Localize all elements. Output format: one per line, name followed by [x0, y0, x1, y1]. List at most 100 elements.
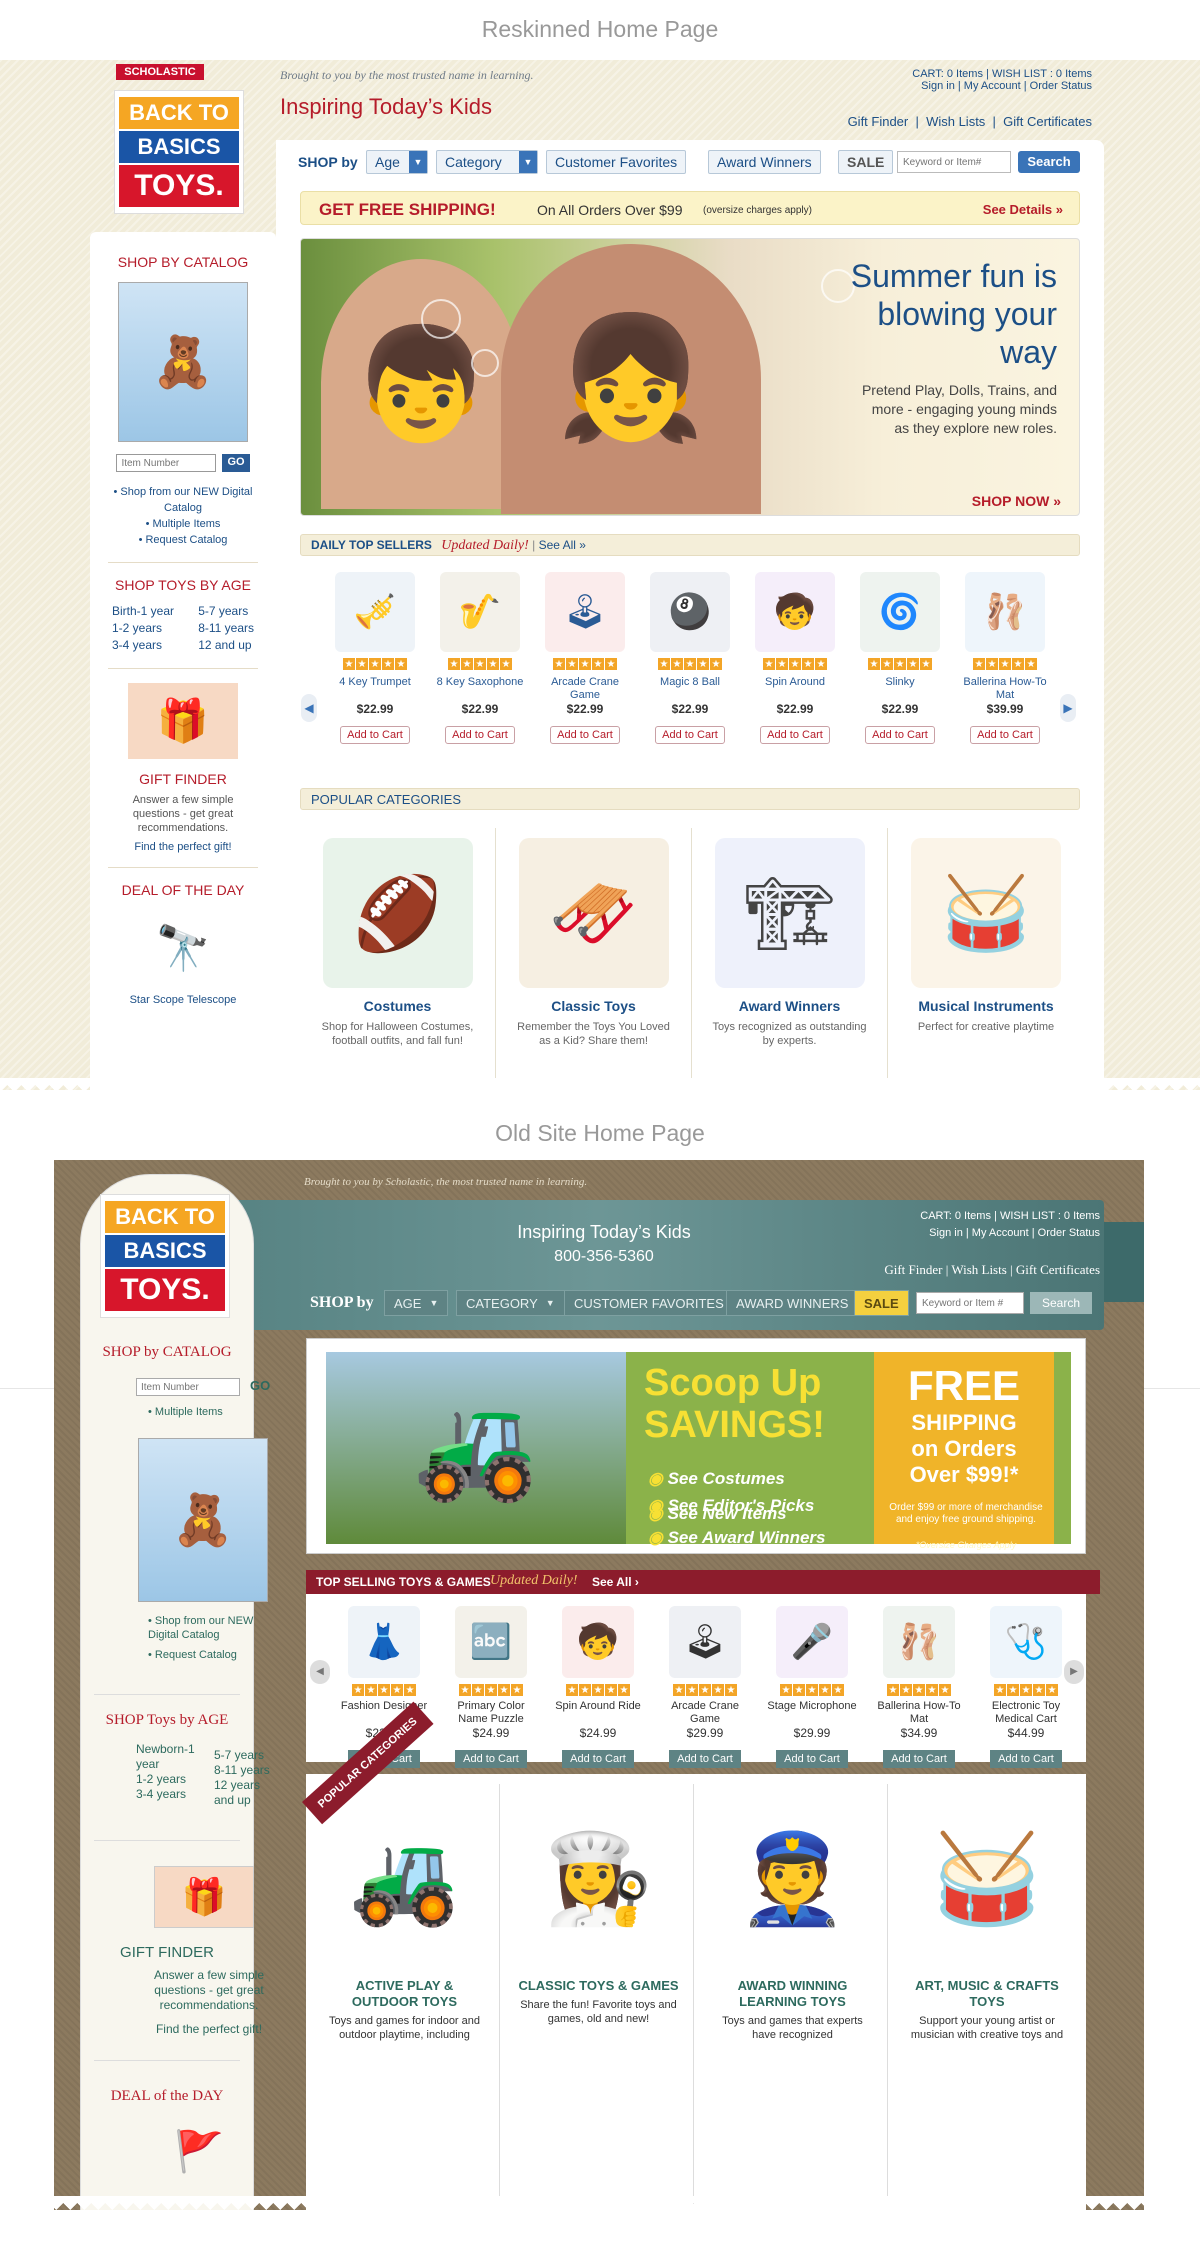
category-image[interactable]: 🏈 [322, 838, 473, 988]
product-image[interactable]: 🎷 [440, 572, 520, 652]
product-name[interactable]: 4 Key Trumpet [330, 676, 420, 702]
product-image[interactable]: 🩰 [965, 572, 1045, 652]
old-category-tile[interactable]: 👮 AWARD WINNING LEARNING TOYS Toys and gam… [698, 1784, 888, 2204]
add-to-cart-button[interactable]: Add to Cart [445, 726, 515, 744]
old-product-image[interactable]: 🩺 [990, 1606, 1062, 1678]
old-item-number-input[interactable] [136, 1378, 240, 1396]
old-customer-favorites-button[interactable]: CUSTOMER FAVORITES [564, 1290, 734, 1316]
category-title[interactable]: Classic Toys [496, 998, 691, 1014]
old-signin-link[interactable]: Sign in [929, 1227, 963, 1239]
sale-button[interactable]: SALE [838, 150, 894, 174]
category-tile[interactable]: 🛷 Classic Toys Remember the Toys You Loved… [496, 828, 692, 1083]
product-name[interactable]: Ballerina How-To Mat [960, 676, 1050, 702]
signin-link[interactable]: Sign in [921, 80, 955, 92]
catalog-cover-image[interactable]: 🧸 [118, 282, 248, 442]
old-category-tile[interactable]: 🚜 ACTIVE PLAY & OUTDOOR TOYS Toys and game… [310, 1784, 500, 2204]
old-product-image[interactable]: 🎤 [776, 1606, 848, 1678]
deal-item-link[interactable]: Star Scope Telescope [90, 994, 276, 1006]
old-product-name[interactable]: Ballerina How-To Mat [871, 1700, 967, 1726]
age-link[interactable]: 12 and up [198, 637, 254, 654]
old-age-link[interactable]: 1-2 years [136, 1772, 196, 1787]
old-category-dropdown[interactable]: CATEGORY ▼ [456, 1290, 565, 1316]
category-tile[interactable]: 🥁 Musical Instruments Perfect for creative… [888, 828, 1084, 1083]
old-product-image[interactable]: 🩰 [883, 1606, 955, 1678]
add-to-cart-button[interactable]: Add to Cart [865, 726, 935, 744]
old-add-to-cart-button[interactable]: Add to Cart [883, 1750, 955, 1768]
old-category-image[interactable]: 👮 [718, 1794, 868, 1964]
shop-now-link[interactable]: SHOP NOW » [972, 493, 1061, 509]
old-category-tile[interactable]: 👩‍🍳 CLASSIC TOYS & GAMES Share the fun! Fa… [504, 1784, 694, 2204]
product-image[interactable]: 🧒 [755, 572, 835, 652]
old-add-to-cart-button[interactable]: Add to Cart [455, 1750, 527, 1768]
product-card[interactable]: 🩰 ★ ★ ★ ★ ★ Ballerina How-To Mat $39.99 Add to C… [960, 572, 1050, 744]
banner-link[interactable]: ◉ See New Items [648, 1504, 787, 1524]
gift-finder-link[interactable]: Gift Finder [848, 114, 909, 129]
product-image[interactable]: 🌀 [860, 572, 940, 652]
old-age-dropdown[interactable]: AGE ▼ [384, 1290, 449, 1316]
cart-link[interactable]: CART: 0 Items [912, 68, 983, 80]
see-all-link[interactable]: See All » [539, 538, 586, 552]
category-title[interactable]: Musical Instruments [888, 998, 1084, 1014]
old-see-all-link[interactable]: See All › [592, 1575, 639, 1589]
age-link[interactable]: 8-11 years [198, 620, 254, 637]
add-to-cart-button[interactable]: Add to Cart [340, 726, 410, 744]
award-winners-button[interactable]: Award Winners [708, 150, 821, 174]
old-catalog-cover-image[interactable]: 🧸 [138, 1438, 268, 1602]
request-catalog-link[interactable]: • Request Catalog [104, 532, 262, 548]
old-gift-finder-image[interactable]: 🎁 [154, 1866, 254, 1928]
product-card[interactable]: 🎷 ★ ★ ★ ★ ★ 8 Key Saxophone $22.99 Add to Cart [435, 572, 525, 744]
old-product-image[interactable]: 🔤 [455, 1606, 527, 1678]
old-add-to-cart-button[interactable]: Add to Cart [562, 1750, 634, 1768]
old-account-link[interactable]: My Account [972, 1227, 1029, 1239]
old-product-name[interactable]: Spin Around Ride [550, 1700, 646, 1726]
add-to-cart-button[interactable]: Add to Cart [970, 726, 1040, 744]
product-card[interactable]: 🌀 ★ ★ ★ ★ ★ Slinky $22.99 Add to Cart [855, 572, 945, 744]
old-age-link[interactable]: 12 years and up [214, 1778, 274, 1808]
product-card[interactable]: 🕹 ★ ★ ★ ★ ★ Arcade Crane Game $22.99 Add to Cart [540, 572, 630, 744]
old-wish-lists-link[interactable]: Wish Lists [951, 1262, 1006, 1277]
old-age-link[interactable]: 5-7 years [214, 1748, 274, 1763]
scholastic-logo[interactable]: SCHOLASTIC [116, 64, 204, 80]
product-name[interactable]: Arcade Crane Game [540, 676, 630, 702]
old-gift-certificates-link[interactable]: Gift Certificates [1016, 1262, 1100, 1277]
old-go-button[interactable]: GO [250, 1378, 270, 1393]
gift-finder-image[interactable]: 🎁 [128, 683, 238, 759]
carousel-prev-arrow[interactable]: ◀ [301, 694, 317, 722]
age-link[interactable]: 3-4 years [112, 637, 174, 654]
old-deal-image[interactable]: 🚩 [144, 2116, 254, 2186]
category-dropdown[interactable]: Category ▼ [436, 150, 538, 174]
customer-favorites-button[interactable]: Customer Favorites [546, 150, 687, 174]
old-add-to-cart-button[interactable]: Add to Cart [990, 1750, 1062, 1768]
old-carousel-prev-arrow[interactable]: ◀ [310, 1660, 330, 1684]
order-status-link[interactable]: Order Status [1030, 80, 1092, 92]
old-digital-catalog-link[interactable]: • Shop from our NEW Digital Catalog [148, 1614, 268, 1642]
age-link[interactable]: 1-2 years [112, 620, 174, 637]
product-image[interactable]: 🎺 [335, 572, 415, 652]
product-name[interactable]: Spin Around [750, 676, 840, 702]
old-product-name[interactable]: Electronic Toy Medical Cart [978, 1700, 1074, 1726]
old-product-card[interactable]: 🩰 ★ ★ ★ ★ ★ Ballerina How-To Mat $34.99 Add to C… [871, 1606, 967, 1768]
wish-lists-link[interactable]: Wish Lists [926, 114, 985, 129]
product-image[interactable]: 🎱 [650, 572, 730, 652]
old-category-image[interactable]: 👩‍🍳 [524, 1794, 674, 1964]
old-product-name[interactable]: Primary Color Name Puzzle [443, 1700, 539, 1726]
catalog-go-button[interactable]: GO [222, 454, 250, 472]
category-title[interactable]: Award Winners [692, 998, 887, 1014]
age-link[interactable]: Birth-1 year [112, 603, 174, 620]
old-product-image[interactable]: 🧒 [562, 1606, 634, 1678]
see-details-link[interactable]: See Details » [983, 202, 1063, 217]
deal-image[interactable]: 🔭 [143, 908, 223, 988]
old-category-title[interactable]: AWARD WINNING LEARNING TOYS [712, 1978, 873, 2010]
product-card[interactable]: 🧒 ★ ★ ★ ★ ★ Spin Around $22.99 Add to Cart [750, 572, 840, 744]
product-name[interactable]: Slinky [855, 676, 945, 702]
old-product-image[interactable]: 👗 [348, 1606, 420, 1678]
old-gift-finder-link[interactable]: Find the perfect gift! [134, 2022, 284, 2036]
wishlist-link[interactable]: WISH LIST : 0 Items [992, 68, 1092, 80]
add-to-cart-button[interactable]: Add to Cart [655, 726, 725, 744]
category-image[interactable]: 🏗 [714, 838, 865, 988]
category-tile[interactable]: 🏗 Award Winners Toys recognized as outstan… [692, 828, 888, 1083]
hero-banner[interactable]: 👦 👧 Summer fun is blowing your way Prete… [300, 238, 1080, 516]
old-category-title[interactable]: ACTIVE PLAY & OUTDOOR TOYS [324, 1978, 485, 2010]
old-sale-button[interactable]: SALE [854, 1290, 909, 1316]
search-input[interactable] [897, 151, 1011, 173]
